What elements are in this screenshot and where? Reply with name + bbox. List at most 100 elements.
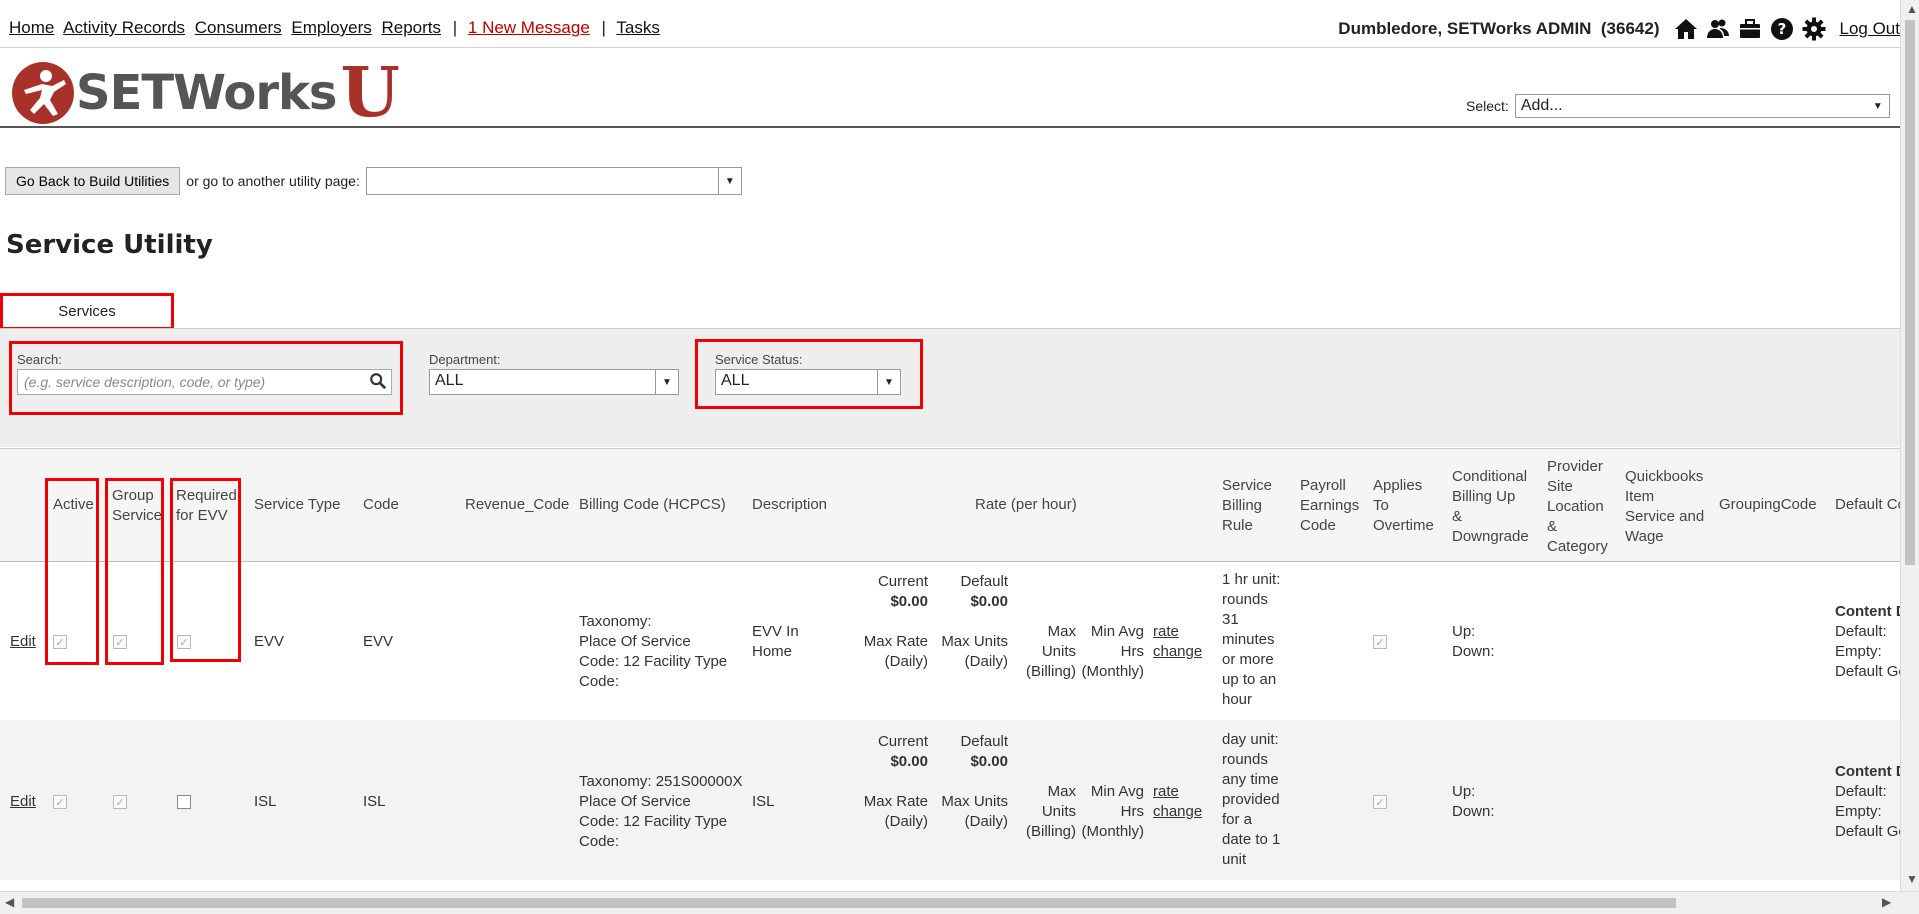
default-content: Content D Default: Empty: Default Go (1835, 603, 1900, 680)
nav-activity-records-link[interactable]: Activity Records (63, 18, 185, 37)
service-code: EVV (363, 633, 394, 650)
scroll-up-icon[interactable]: ▲ (1906, 2, 1918, 16)
nav-tasks-link[interactable]: Tasks (616, 18, 659, 37)
table-header: Active Group Service Required for EVV Serv… (0, 448, 1900, 562)
nav-employers-link[interactable]: Employers (291, 18, 371, 37)
conditional-billing: Up: Down: (1452, 623, 1495, 660)
default-rate: Default $0.00 (960, 573, 1008, 610)
header-divider (0, 126, 1900, 128)
utility-page-dropdown[interactable]: ▼ (365, 167, 742, 195)
services-table: Active Group Service Required for EVV Serv… (0, 448, 1900, 880)
vertical-scrollbar[interactable]: ▲ ▼ (1900, 0, 1919, 891)
group-service-checkbox[interactable]: ✓ (113, 795, 127, 809)
service-description: ISL (752, 793, 775, 810)
service-billing-rule: 1 hr unit: rounds 31 minutes or more up to an… (1222, 571, 1281, 708)
help-icon[interactable]: ? (1770, 17, 1796, 41)
scroll-right-icon[interactable]: ▶ (1882, 895, 1891, 909)
briefcase-icon[interactable] (1738, 17, 1764, 41)
conditional-billing: Up: Down: (1452, 783, 1495, 820)
tab-services[interactable]: Services (0, 293, 174, 330)
service-status-dropdown[interactable]: ALL ▼ (715, 369, 901, 395)
users-icon[interactable] (1706, 17, 1732, 41)
col-provider-site: Provider Site Location & Category (1547, 458, 1608, 555)
edit-link[interactable]: Edit (10, 632, 36, 652)
horizontal-scroll-thumb[interactable] (22, 898, 1676, 908)
default-rate: Default $0.00 (960, 733, 1008, 770)
col-quickbooks: Quickbooks Item Service and Wage (1625, 468, 1705, 545)
rate-change-link[interactable]: rate change (1153, 782, 1202, 822)
col-payroll-earnings-code: Payroll Earnings Code (1300, 477, 1360, 534)
min-avg-hrs-monthly: Min Avg Hrs (Monthly) (1081, 623, 1144, 680)
required-evv-checkbox[interactable]: ✓ (177, 635, 191, 649)
col-group-service: Group Service (112, 487, 163, 524)
chevron-down-icon: ▼ (655, 370, 678, 394)
default-content: Content D Default: Empty: Default Go (1835, 763, 1900, 840)
col-applies-to-overtime: Applies To Overtime (1373, 477, 1434, 534)
max-rate-daily: Max Rate (Daily) (863, 633, 928, 670)
select-add-dropdown[interactable]: Add... ▼ (1514, 94, 1890, 118)
logo-wordmark: SETWorks (76, 65, 337, 121)
horizontal-scrollbar[interactable]: ◀ ▶ (0, 891, 1919, 914)
user-name: Dumbledore, SETWorks ADMIN (36642) (1338, 19, 1660, 38)
max-units-billing: Max Units (Billing) (1025, 623, 1076, 680)
col-required-evv: Required for EVV (176, 487, 237, 524)
department-label: Department: (429, 352, 501, 367)
gear-icon[interactable] (1802, 17, 1828, 41)
col-billing-code: Billing Code (HCPCS) (579, 496, 726, 513)
nav-consumers-link[interactable]: Consumers (195, 18, 282, 37)
service-type: ISL (254, 793, 277, 810)
nav-reports-link[interactable]: Reports (381, 18, 441, 37)
chevron-down-icon: ▼ (1872, 100, 1883, 112)
overtime-checkbox[interactable]: ✓ (1373, 635, 1387, 649)
top-nav: Home Activity Records Consumers Employer… (0, 8, 1900, 48)
scroll-left-icon[interactable]: ◀ (5, 895, 14, 909)
current-rate: Current $0.00 (877, 733, 928, 770)
logo-person-icon (12, 62, 74, 124)
required-evv-checkbox[interactable] (177, 795, 191, 809)
col-rate: Rate (per hour) (975, 496, 1077, 513)
logo-u: U (340, 53, 400, 133)
select-add-control: Select: Add... ▼ (1466, 94, 1890, 118)
max-units-billing: Max Units (Billing) (1025, 783, 1076, 840)
col-code: Code (363, 496, 399, 513)
active-checkbox[interactable]: ✓ (53, 635, 67, 649)
edit-link[interactable]: Edit (10, 792, 36, 812)
nav-home-link[interactable]: Home (9, 18, 54, 37)
search-placeholder: (e.g. service description, code, or type… (24, 374, 266, 390)
setworks-logo: SETWorks U (12, 53, 400, 133)
chevron-down-icon: ▼ (877, 370, 900, 394)
chevron-down-icon: ▼ (717, 168, 741, 194)
service-status-value: ALL (721, 372, 750, 389)
department-dropdown[interactable]: ALL ▼ (429, 369, 679, 395)
overtime-checkbox[interactable]: ✓ (1373, 795, 1387, 809)
service-code: ISL (363, 793, 386, 810)
max-rate-daily: Max Rate (Daily) (863, 793, 928, 830)
logout-link[interactable]: Log Out (1840, 19, 1901, 39)
group-service-checkbox[interactable]: ✓ (113, 635, 127, 649)
min-avg-hrs-monthly: Min Avg Hrs (Monthly) (1081, 783, 1144, 840)
user-area: Dumbledore, SETWorks ADMIN (36642) ? Log… (1338, 17, 1900, 41)
current-rate: Current $0.00 (877, 573, 928, 610)
go-back-button[interactable]: Go Back to Build Utilities (5, 167, 181, 195)
table-row: Edit ✓ ✓ ISL ISL Taxonomy: 251S00000X Pla… (0, 720, 1900, 880)
search-input[interactable]: (e.g. service description, code, or type… (17, 369, 392, 395)
max-units-daily: Max Units (Daily) (941, 633, 1008, 670)
page-title: Service Utility (6, 230, 213, 260)
col-service-billing-rule: Service Billing Rule (1222, 477, 1273, 534)
svg-text:?: ? (1777, 20, 1786, 38)
home-icon[interactable] (1674, 17, 1700, 41)
nav-links: Home Activity Records Consumers Employer… (9, 18, 665, 38)
rate-change-link[interactable]: rate change (1153, 622, 1202, 662)
vertical-scroll-thumb[interactable] (1905, 20, 1915, 565)
col-conditional-billing: Conditional Billing Up & Downgrade (1452, 468, 1529, 545)
col-active: Active (53, 496, 94, 513)
select-label: Select: (1466, 98, 1509, 114)
nav-new-message-link[interactable]: 1 New Message (468, 18, 590, 37)
table-row: Edit ✓ ✓ ✓ EVV EVV Taxonomy: Place Of Ser… (0, 560, 1900, 720)
scroll-down-icon[interactable]: ▼ (1906, 872, 1918, 886)
active-checkbox[interactable]: ✓ (53, 795, 67, 809)
search-icon[interactable] (369, 372, 387, 390)
service-type: EVV (254, 633, 285, 650)
service-billing-rule: day unit: rounds any time provided for a date… (1222, 731, 1281, 868)
billing-code: Taxonomy: 251S00000X Place Of Service Code… (579, 773, 743, 850)
